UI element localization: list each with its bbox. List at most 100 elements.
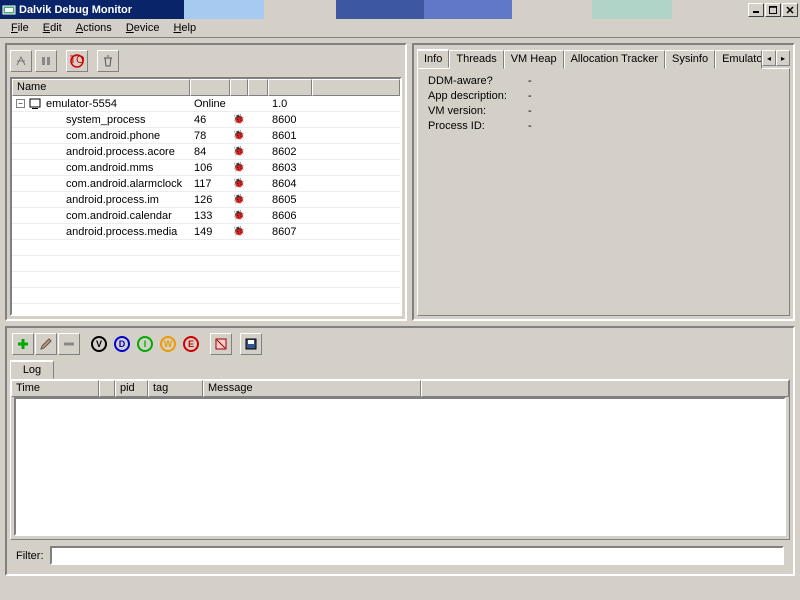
device-status: Online bbox=[190, 98, 230, 110]
tab-threads[interactable]: Threads bbox=[449, 50, 503, 69]
tree-collapse-icon[interactable]: − bbox=[16, 99, 25, 108]
log-panel: V D I W E Log Time pid tag Message bbox=[5, 326, 795, 576]
error-level-button[interactable]: E bbox=[180, 333, 202, 355]
tab-emulator[interactable]: Emulator Con bbox=[715, 50, 762, 69]
menu-file[interactable]: File bbox=[4, 20, 36, 36]
svg-text:STOP: STOP bbox=[70, 54, 84, 66]
process-port: 8605 bbox=[268, 194, 312, 206]
devices-toolbar: STOP bbox=[10, 48, 402, 74]
device-icon bbox=[29, 98, 43, 110]
col-name[interactable]: Name bbox=[12, 79, 190, 96]
log-body[interactable] bbox=[14, 397, 786, 536]
debug-level-button[interactable]: D bbox=[111, 333, 133, 355]
process-name: com.android.mms bbox=[66, 162, 153, 174]
ddm-value: - bbox=[528, 75, 532, 90]
process-pid: 106 bbox=[190, 162, 230, 174]
clear-log-button[interactable] bbox=[210, 333, 232, 355]
devices-panel: STOP Name − emulator-5554 Online 1.0 system_… bbox=[5, 43, 407, 321]
process-name: system_process bbox=[66, 114, 145, 126]
export-log-button[interactable] bbox=[240, 333, 262, 355]
col-blank[interactable] bbox=[248, 79, 268, 96]
vmver-value: - bbox=[528, 105, 532, 120]
process-pid: 133 bbox=[190, 210, 230, 222]
vmver-label: VM version: bbox=[428, 105, 528, 120]
close-button[interactable] bbox=[782, 3, 798, 17]
tab-scroll-left[interactable]: ◂ bbox=[762, 50, 776, 66]
process-name: android.process.media bbox=[66, 226, 177, 238]
bug-icon: 🐞 bbox=[233, 226, 245, 237]
info-panel: Info Threads VM Heap Allocation Tracker … bbox=[412, 43, 795, 321]
col-port[interactable] bbox=[268, 79, 312, 96]
log-toolbar: V D I W E bbox=[10, 331, 790, 357]
delete-filter-button[interactable] bbox=[58, 333, 80, 355]
menu-bar: File Edit Actions Device Help bbox=[0, 19, 800, 38]
minimize-button[interactable] bbox=[748, 3, 764, 17]
debug-button[interactable] bbox=[10, 50, 32, 72]
device-name: emulator-5554 bbox=[46, 98, 117, 110]
warn-level-button[interactable]: W bbox=[157, 333, 179, 355]
appdesc-label: App description: bbox=[428, 90, 528, 105]
log-tab[interactable]: Log bbox=[10, 360, 54, 379]
process-row[interactable]: android.process.media 149🐞 8607 bbox=[12, 224, 400, 240]
title-bar: Dalvik Debug Monitor bbox=[0, 0, 800, 19]
menu-actions[interactable]: Actions bbox=[69, 20, 119, 36]
process-row[interactable]: system_process46🐞8600 bbox=[12, 112, 400, 128]
log-col-time[interactable]: Time bbox=[11, 380, 99, 397]
process-name: com.android.alarmclock bbox=[66, 178, 182, 190]
menu-edit[interactable]: Edit bbox=[36, 20, 69, 36]
ddm-label: DDM-aware? bbox=[428, 75, 528, 90]
log-col-pid[interactable]: pid bbox=[115, 380, 148, 397]
bug-icon: 🐞 bbox=[233, 178, 245, 189]
process-port: 8606 bbox=[268, 210, 312, 222]
process-port: 8604 bbox=[268, 178, 312, 190]
stop-button[interactable]: STOP bbox=[66, 50, 88, 72]
process-pid: 46 bbox=[190, 114, 230, 126]
process-pid: 78 bbox=[190, 130, 230, 142]
pid-value: - bbox=[528, 120, 532, 135]
col-bug[interactable] bbox=[230, 79, 248, 96]
gc-button[interactable] bbox=[97, 50, 119, 72]
log-col-tag[interactable]: tag bbox=[148, 380, 203, 397]
process-port: 8607 bbox=[268, 226, 312, 238]
device-version: 1.0 bbox=[268, 98, 312, 110]
process-row[interactable]: android.process.acore84🐞8602 bbox=[12, 144, 400, 160]
log-col-rest[interactable] bbox=[421, 380, 789, 397]
bug-icon: 🐞 bbox=[233, 146, 245, 157]
verbose-level-button[interactable]: V bbox=[88, 333, 110, 355]
col-status[interactable] bbox=[190, 79, 230, 96]
process-row[interactable]: android.process.im126🐞8605 bbox=[12, 192, 400, 208]
info-tabs: Info Threads VM Heap Allocation Tracker … bbox=[417, 48, 790, 68]
bug-icon: 🐞 bbox=[233, 162, 245, 173]
heap-button[interactable] bbox=[35, 50, 57, 72]
col-rest[interactable] bbox=[312, 79, 400, 96]
menu-help[interactable]: Help bbox=[166, 20, 203, 36]
edit-filter-button[interactable] bbox=[35, 333, 57, 355]
appdesc-value: - bbox=[528, 90, 532, 105]
process-port: 8600 bbox=[268, 114, 312, 126]
filter-label: Filter: bbox=[16, 550, 44, 562]
info-content: DDM-aware?- App description:- VM version… bbox=[417, 68, 790, 316]
tab-allocation[interactable]: Allocation Tracker bbox=[564, 50, 665, 69]
tab-info[interactable]: Info bbox=[417, 49, 449, 68]
process-pid: 149 bbox=[190, 226, 230, 238]
bug-icon: 🐞 bbox=[233, 210, 245, 221]
process-row[interactable]: com.android.alarmclock117🐞8604 bbox=[12, 176, 400, 192]
process-port: 8601 bbox=[268, 130, 312, 142]
process-row[interactable]: com.android.calendar133🐞8606 bbox=[12, 208, 400, 224]
maximize-button[interactable] bbox=[765, 3, 781, 17]
log-col-message[interactable]: Message bbox=[203, 380, 421, 397]
filter-input[interactable] bbox=[50, 546, 785, 565]
tab-sysinfo[interactable]: Sysinfo bbox=[665, 50, 715, 69]
process-port: 8602 bbox=[268, 146, 312, 158]
add-filter-button[interactable] bbox=[12, 333, 34, 355]
process-row[interactable]: com.android.phone78🐞8601 bbox=[12, 128, 400, 144]
info-level-button[interactable]: I bbox=[134, 333, 156, 355]
bug-icon: 🐞 bbox=[233, 130, 245, 141]
log-col-level[interactable] bbox=[99, 380, 115, 397]
window-title: Dalvik Debug Monitor bbox=[19, 4, 748, 16]
menu-device[interactable]: Device bbox=[119, 20, 167, 36]
tab-scroll-right[interactable]: ▸ bbox=[776, 50, 790, 66]
tab-vmheap[interactable]: VM Heap bbox=[504, 50, 564, 69]
device-row[interactable]: − emulator-5554 Online 1.0 bbox=[12, 96, 400, 112]
process-row[interactable]: com.android.mms106🐞8603 bbox=[12, 160, 400, 176]
